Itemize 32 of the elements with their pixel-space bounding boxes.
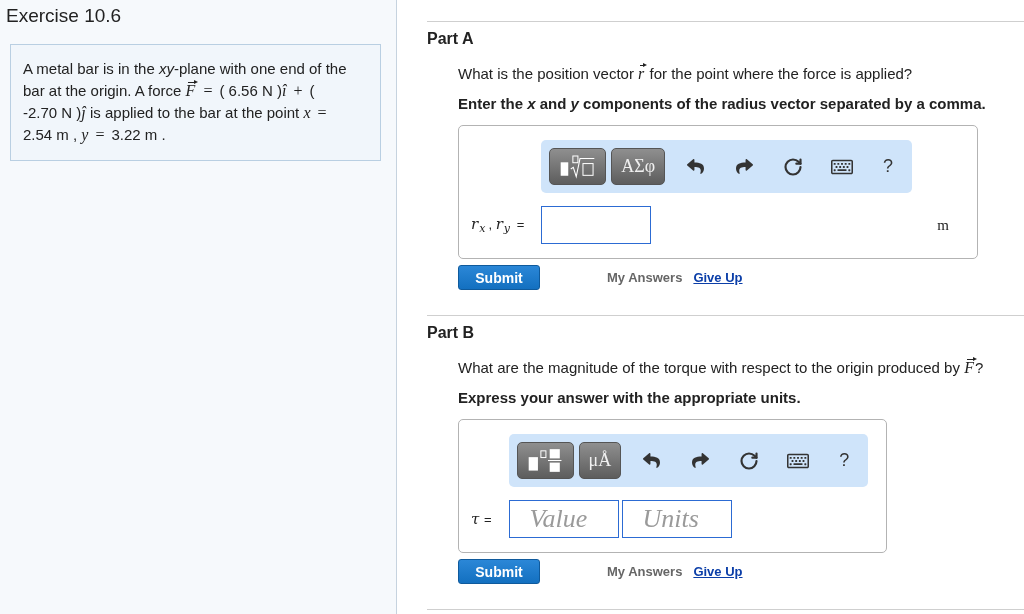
help-button[interactable]: ? xyxy=(869,148,908,185)
template-button[interactable] xyxy=(549,148,607,185)
answer-label: r$_{x}$, r$_{y}$ = xyxy=(471,214,525,236)
exercise-title: Exercise 10.6 xyxy=(6,4,122,28)
part-title: Part A xyxy=(427,29,474,49)
fraction-template-icon xyxy=(526,447,564,474)
answer-link[interactable]: Give Up xyxy=(693,270,743,285)
answer-input[interactable] xyxy=(541,206,652,244)
submit-button[interactable]: Submit xyxy=(458,265,540,290)
instruction-text: Express your answer with the appropriate units. xyxy=(458,389,801,407)
part-title: Part B xyxy=(427,323,475,343)
undo-icon xyxy=(686,158,704,175)
redo-icon xyxy=(691,452,709,469)
unit-label: m xyxy=(937,216,949,234)
symbols-button[interactable]: ΑΣφ xyxy=(611,148,666,185)
redo-icon xyxy=(735,158,753,175)
answer-input[interactable]: Value xyxy=(508,500,619,538)
question-text: What are the magnitude of the torque with respect to the origin produced by F? xyxy=(458,359,984,377)
template-button[interactable] xyxy=(516,442,574,479)
answer-input[interactable]: Units xyxy=(621,500,732,538)
problem-statement: A metal bar is in the xy-plane with one end of the bar at the origin. A force F = ( 6.56 N )î + ( -2.70 N )ĵ is applied to the bar at the point x = 2.54 m , y = 3.22 m . xyxy=(23,59,348,146)
reset-icon xyxy=(783,156,804,177)
root-template-icon xyxy=(559,153,597,180)
help-button[interactable]: ? xyxy=(825,442,864,479)
answer-label: τ = xyxy=(471,510,492,528)
question-text: What is the position vector r for the point where the force is applied? xyxy=(458,65,913,83)
symbols-button[interactable]: μÅ xyxy=(578,442,622,479)
instruction-text: Enter the x and y components of the radius vector separated by a comma. xyxy=(458,95,986,113)
submit-button[interactable]: Submit xyxy=(458,559,540,584)
undo-icon xyxy=(642,452,660,469)
reset-icon xyxy=(739,450,760,471)
answer-link[interactable]: Give Up xyxy=(693,564,743,579)
